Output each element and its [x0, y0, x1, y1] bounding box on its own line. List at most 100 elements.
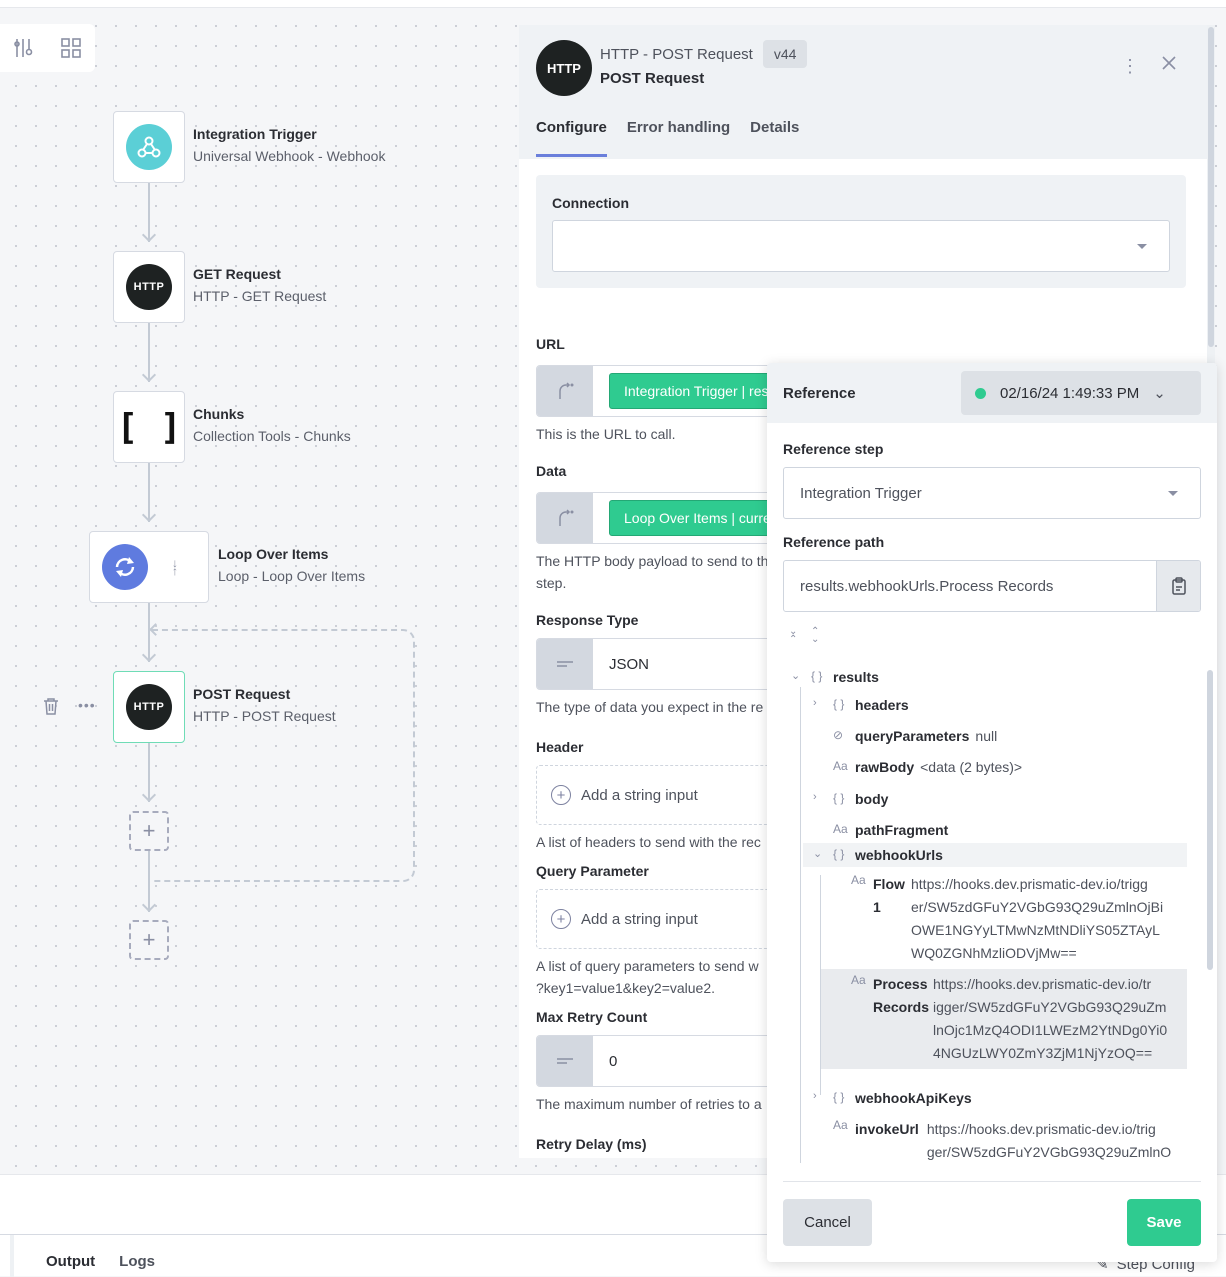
tree-node-webhook-api-keys[interactable]: ›{ } webhookApiKeys — [813, 1090, 972, 1106]
help-line: ?key1=value1&key2=value2. — [536, 980, 716, 996]
node-label: Chunks Collection Tools - Chunks — [193, 403, 351, 447]
plus-circle-icon: + — [551, 785, 571, 805]
object-icon: { } — [833, 791, 845, 805]
reference-step-label: Reference step — [783, 441, 884, 457]
flow-node-chunks[interactable]: [ ] — [113, 391, 185, 463]
brackets-icon: [ ] — [116, 406, 182, 448]
string-icon: Aa — [851, 973, 866, 987]
object-icon: { } — [833, 697, 845, 711]
tree-node-results[interactable]: ⌄{ } results — [791, 669, 879, 685]
connection-select[interactable] — [552, 220, 1170, 272]
tree-node-path-fragment[interactable]: Aa pathFragment — [833, 822, 948, 838]
node-subtitle: Loop - Loop Over Items — [218, 568, 366, 584]
tree-scrollbar[interactable] — [1207, 670, 1213, 970]
string-icon: Aa — [833, 1118, 848, 1132]
clipboard-icon[interactable] — [1156, 561, 1200, 611]
http-icon: HTTP — [126, 684, 172, 730]
reference-path-label: Reference path — [783, 534, 885, 550]
tree-node-process-records[interactable]: Aa Process Records https://hooks.dev.pris… — [851, 973, 1167, 1065]
add-header-label: Add a string input — [581, 786, 698, 804]
node-title: POST Request — [193, 686, 291, 702]
reference-title: Reference — [783, 384, 856, 402]
node-title: GET Request — [193, 266, 281, 282]
execution-date: 02/16/24 1:49:33 PM — [1000, 384, 1140, 402]
tree-node-webhook-urls[interactable]: ⌄{ } webhookUrls — [813, 847, 943, 863]
tab-output[interactable]: Output — [46, 1253, 95, 1270]
tree-key: webhookUrls — [855, 847, 943, 863]
more-icon[interactable]: ••• — [78, 697, 96, 713]
tree-value: https://hooks.dev.prismatic-dev.io/trigg… — [926, 1121, 1172, 1160]
tree-node-headers[interactable]: ›{ } headers — [813, 697, 909, 713]
http-icon: HTTP — [126, 264, 172, 310]
reference-icon[interactable] — [537, 366, 593, 416]
add-step-button[interactable]: + — [129, 920, 169, 960]
node-label: Loop Over Items Loop - Loop Over Items — [218, 543, 365, 587]
node-subtitle: HTTP - GET Request — [193, 288, 327, 304]
node-title: Chunks — [193, 406, 245, 422]
tree-key: pathFragment — [855, 822, 949, 838]
flow-node-post-request[interactable]: HTTP — [113, 671, 185, 743]
url-label: URL — [536, 336, 565, 352]
flow-node-get-request[interactable]: HTTP — [113, 251, 185, 323]
node-label: Integration Trigger Universal Webhook - … — [193, 123, 385, 167]
node-title: Loop Over Items — [218, 546, 329, 562]
tree-node-flow-1[interactable]: Aa Flow 1 https://hooks.dev.prismatic-dev… — [851, 873, 1163, 965]
add-step-button[interactable]: + — [129, 811, 169, 851]
panel-title: POST Request — [600, 70, 705, 87]
sliders-icon[interactable] — [0, 24, 48, 72]
flow-node-integration-trigger[interactable] — [113, 111, 185, 183]
cancel-button[interactable]: Cancel — [783, 1199, 872, 1246]
flow-node-loop-over-items[interactable]: ↓ ↑ — [89, 531, 209, 603]
kebab-menu-icon[interactable]: ⋮ — [1121, 57, 1139, 75]
object-icon: { } — [811, 669, 823, 683]
reference-path-field: Reference path results.webhookUrls.Proce… — [783, 534, 1201, 612]
reference-path-value: results.webhookUrls.Process Records — [800, 577, 1054, 595]
connection-section: Connection — [536, 175, 1186, 288]
loop-return-path — [152, 629, 415, 882]
expand-all-icon[interactable]: ⌃ ⌄ — [811, 627, 819, 645]
string-icon: Aa — [833, 759, 848, 773]
reference-step-select[interactable]: Integration Trigger — [783, 467, 1201, 519]
object-icon: { } — [833, 847, 845, 861]
node-subtitle: Collection Tools - Chunks — [193, 428, 351, 444]
tree-value: https://hooks.dev.prismatic-dev.io/trigg… — [933, 976, 1168, 1061]
tab-logs[interactable]: Logs — [119, 1253, 155, 1270]
node-subtitle: HTTP - POST Request — [193, 708, 336, 724]
tree-key: queryParameters — [855, 728, 970, 744]
reference-path-input[interactable]: results.webhookUrls.Process Records — [783, 560, 1201, 612]
execution-date-select[interactable]: 02/16/24 1:49:33 PM ⌄ — [961, 371, 1201, 415]
help-line: A list of query parameters to send w — [536, 958, 759, 974]
object-icon: { } — [833, 1090, 845, 1104]
collapse-all-icon[interactable]: ⌄ ⌃ — [789, 627, 797, 645]
string-icon: Aa — [833, 822, 848, 836]
tree-node-query-parameters[interactable]: ⊘ queryParameters null — [833, 728, 997, 744]
tree-value: https://hooks.dev.prismatic-dev.io/trigg… — [911, 876, 1164, 961]
tree-key: results — [833, 669, 879, 685]
chevron-down-icon: ⌄ — [1153, 385, 1166, 402]
version-badge: v44 — [762, 40, 808, 68]
tree-node-raw-body[interactable]: Aa rawBody <data (2 bytes)> — [833, 759, 1022, 775]
help-line: step. — [536, 575, 567, 591]
grid-icon[interactable] — [48, 24, 96, 72]
tree-node-invoke-url[interactable]: Aa invokeUrl https://hooks.dev.prismatic… — [833, 1118, 1171, 1163]
caret-down-icon — [1137, 243, 1147, 249]
tab-error-handling[interactable]: Error handling — [627, 119, 730, 157]
text-icon — [537, 639, 593, 689]
tab-details[interactable]: Details — [750, 119, 799, 157]
tree-key: invokeUrl — [855, 1121, 919, 1137]
webhook-icon — [126, 124, 172, 170]
node-label: GET Request HTTP - GET Request — [193, 263, 326, 307]
save-button[interactable]: Save — [1127, 1199, 1201, 1246]
close-icon[interactable] — [1161, 55, 1177, 76]
trash-icon[interactable] — [43, 697, 59, 720]
tree-node-body[interactable]: ›{ } body — [813, 791, 888, 807]
tree-key: Process Records — [873, 976, 930, 1015]
tab-configure[interactable]: Configure — [536, 119, 607, 157]
tree-value: <data (2 bytes)> — [920, 759, 1023, 775]
reference-icon[interactable] — [537, 493, 593, 543]
collapse-icon[interactable]: ↓ ↑ — [172, 557, 178, 577]
help-line: The HTTP body payload to send to th — [536, 553, 769, 569]
string-icon: Aa — [851, 873, 866, 887]
reference-tree: ⌄{ } results ›{ } headers ⊘ queryParameters… — [783, 663, 1201, 1163]
reference-step-field: Reference step Integration Trigger — [783, 441, 1201, 519]
